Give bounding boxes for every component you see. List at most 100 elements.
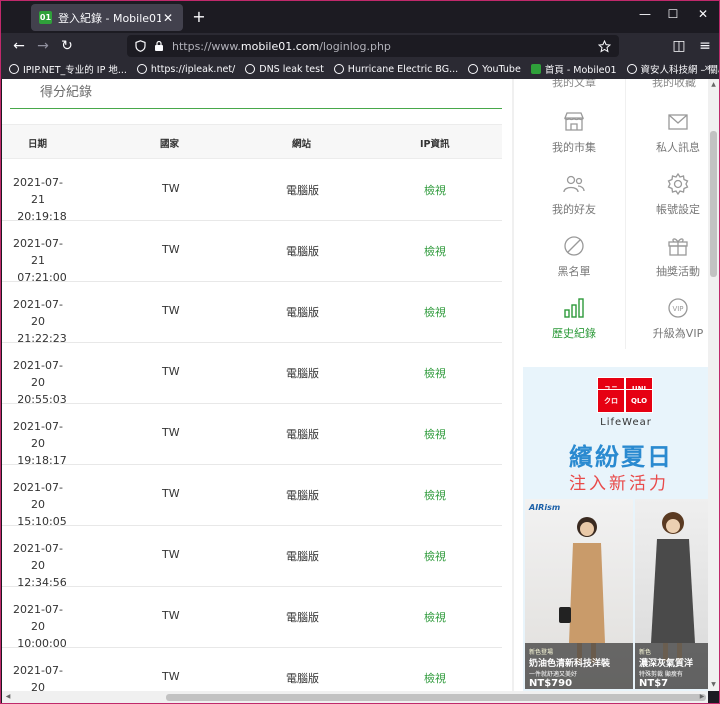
bookmark-label: Hurricane Electric BG... [347,63,459,75]
view-ip-link[interactable]: 檢視 [424,365,446,381]
ad-lifewear: LifeWear [600,417,652,428]
tab-title: 登入紀錄 - Mobile01 [58,11,161,25]
cell-date: 2021-07-21 07:21:00 [8,235,68,286]
cell-date: 2021-07-20 19:18:17 [8,418,68,469]
close-window-button[interactable]: ✕ [693,7,713,21]
ad-caption-right: 新色 濃深灰氣質洋 特殊剪裁 顯瘦有 NT$7 [635,643,708,689]
sidebar-item-my-posts[interactable]: 我的文章 [552,79,596,90]
svg-text:VIP: VIP [672,305,683,313]
sidebar-item-my-favorites[interactable]: 我的收藏 [652,79,696,90]
url-path: /loginlog.php [319,39,391,53]
globe-icon [136,64,147,74]
horizontal-scroll-thumb[interactable] [166,694,706,701]
menu-icon[interactable]: ≡ [695,36,715,56]
cell-site: 電腦版 [286,611,319,624]
cell-date: 2021-07-20 21:22:23 [8,296,68,347]
bookmarks-more-button[interactable]: » [704,61,711,74]
title-underline [10,108,502,109]
sidebar-item-label: 黑名單 [557,265,591,278]
column-country: 國家 [160,139,180,150]
tab-bar: 01 登入紀錄 - Mobile01 ✕ + — ☐ ✕ [1,1,719,33]
scroll-down-icon[interactable]: ▼ [708,679,719,691]
url-bar[interactable]: https://www.mobile01.com/loginlog.php [127,35,619,57]
bookmark-hurricane[interactable]: Hurricane Electric BG... [333,63,459,75]
sidebar-item-lucky-draw[interactable]: 抽獎活動 [632,225,708,286]
cell-date: 2021-07-21 20:19:18 [8,174,68,225]
sidebar-item-label: 我的市集 [552,141,596,154]
url-text[interactable]: https://www.mobile01.com/loginlog.php [172,40,598,53]
table-row: 2021-07-21 20:19:18 TW 電腦版 檢視 [2,160,502,223]
vertical-scroll-thumb[interactable] [710,131,717,277]
new-tab-button[interactable]: + [189,7,209,26]
pocket-icon[interactable]: ◫ [669,36,689,56]
gear-icon [667,172,689,196]
horizontal-scrollbar[interactable]: ◀ ▶ [2,691,708,703]
price-right: NT$7 [639,678,669,689]
sidebar-item-my-market[interactable]: 我的市集 [528,101,620,162]
scroll-right-icon[interactable]: ▶ [696,691,708,703]
bookmark-label: DNS leak test [259,63,324,75]
bookmark-star-icon[interactable] [598,39,611,53]
cell-date-day: 2021-07-20 [13,542,63,572]
caption-small: 新色 [639,649,652,656]
price-left: NT$790 [529,678,573,689]
lock-icon[interactable] [154,40,164,52]
view-ip-link[interactable]: 檢視 [424,304,446,320]
tab-close-icon[interactable]: ✕ [161,11,175,25]
view-ip-link[interactable]: 檢視 [424,426,446,442]
view-ip-link[interactable]: 檢視 [424,487,446,503]
logo-text: QLO [625,389,653,413]
shield-icon[interactable] [135,40,146,52]
bookmark-dnsleak[interactable]: DNS leak test [245,64,324,75]
ad-headline: 繽紛夏日 [569,442,673,471]
sidebar-item-friends[interactable]: 我的好友 [528,163,620,224]
airism-label: AIRism [529,503,561,512]
column-date: 日期 [28,139,48,150]
block-icon [564,236,584,256]
forward-button[interactable]: → [33,36,53,56]
globe-icon [333,64,344,74]
bookmark-label: https://ipleak.net/ [150,63,236,75]
bookmark-ipleak[interactable]: https://ipleak.net/ [136,63,236,75]
sidebar-item-account-settings[interactable]: 帳號設定 [632,163,708,224]
cell-country: TW [162,426,180,439]
table-row: 2021-07-21 07:21:00 TW 電腦版 檢視 [2,221,502,284]
cell-date-day: 2021-07-20 [13,298,63,328]
view-ip-link[interactable]: 檢視 [424,670,446,686]
tab-loginlog[interactable]: 01 登入紀錄 - Mobile01 ✕ [31,4,183,31]
back-button[interactable]: ← [9,36,29,56]
bookmark-youtube[interactable]: YouTube [468,64,521,75]
view-ip-link[interactable]: 檢視 [424,243,446,259]
uniqlo-ad-banner[interactable]: ユニ UNI クロ QLO LifeWear 繽紛夏日 注入新活力 AIRism [523,367,708,691]
view-ip-link[interactable]: 檢視 [424,609,446,625]
ad-photo-left: AIRism 新色登場 奶油色清新科技洋裝 一件就舒適又美好 NT$790 [525,499,633,689]
globe-icon [626,64,637,74]
sidebar-item-messages[interactable]: 私人訊息 [632,101,708,162]
scroll-left-icon[interactable]: ◀ [2,691,14,703]
table-header: 日期 國家 網站 IP資訊 [2,124,502,159]
bookmark-mobile01[interactable]: 首頁 - Mobile01 [530,62,617,76]
sidebar-item-upgrade-vip[interactable]: VIP 升級為VIP [632,287,708,348]
cell-date-day: 2021-07-20 [13,420,63,450]
bookmark-ipip[interactable]: IPIP.NET_专业的 IP 地... [9,62,127,76]
mail-icon [668,114,688,130]
sidebar-item-label: 升級為VIP [652,327,704,340]
sidebar-item-blacklist[interactable]: 黑名單 [528,225,620,286]
gift-icon [668,238,688,256]
maximize-button[interactable]: ☐ [663,7,683,21]
minimize-button[interactable]: — [635,7,655,21]
view-ip-link[interactable]: 檢視 [424,182,446,198]
reload-button[interactable]: ↻ [57,36,77,56]
cell-date-day: 2021-07-20 [13,664,63,691]
vertical-scrollbar[interactable]: ▲ ▼ [708,79,719,691]
caption-sub: 特殊剪裁 顯瘦有 [639,671,683,678]
cell-site: 電腦版 [286,245,319,258]
table-row: 2021-07-20 10:00:00 TW 電腦版 檢視 [2,587,502,650]
scroll-up-icon[interactable]: ▲ [708,79,719,91]
cell-site: 電腦版 [286,428,319,441]
caption-small: 新色登場 [529,649,554,656]
sidebar-item-history[interactable]: 歷史紀錄 [528,287,620,348]
view-ip-link[interactable]: 檢視 [424,548,446,564]
globe-icon [468,64,479,74]
cell-date-day: 2021-07-20 [13,481,63,511]
